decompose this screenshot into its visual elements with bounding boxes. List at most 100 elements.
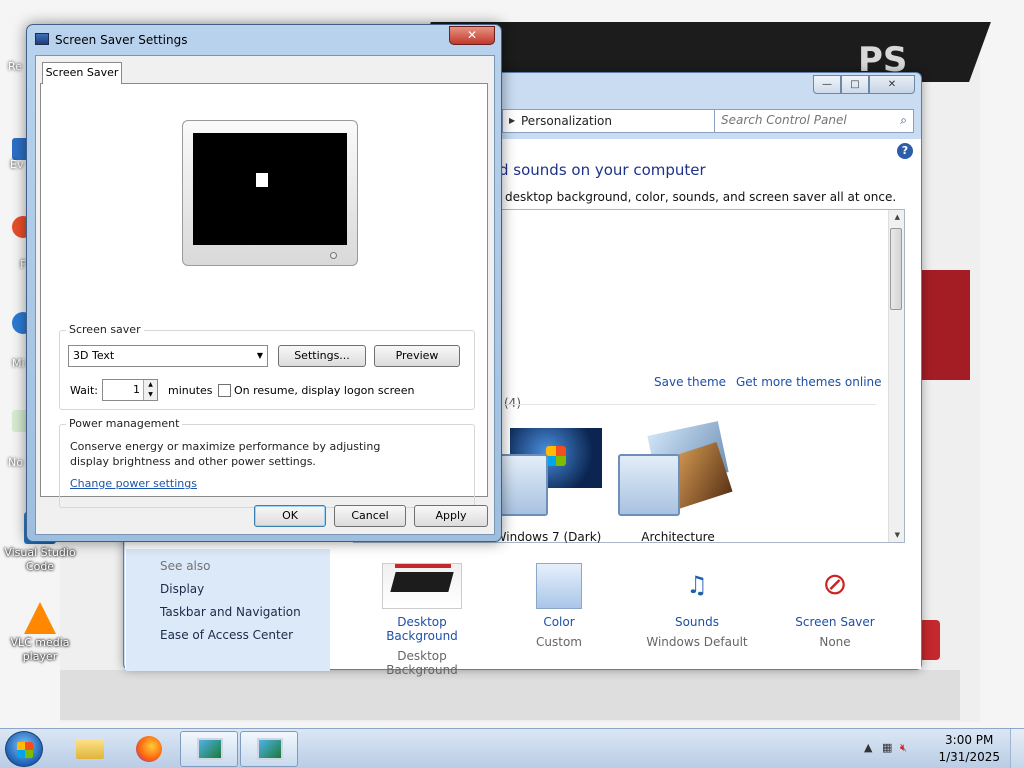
themes-scrollbar[interactable]: ▲ ▼	[888, 210, 904, 542]
system-tray: ▲ ▦ 🔇︎ 3:00 PM 1/31/2025	[854, 729, 1024, 768]
wallpaper-bottom-band	[60, 670, 960, 720]
divider	[504, 404, 876, 405]
resume-logon-checkbox[interactable]	[218, 384, 231, 397]
search-box[interactable]: ⌕	[714, 109, 914, 133]
see-also-display-link[interactable]: Display	[160, 582, 204, 596]
breadcrumb[interactable]: Personalization	[521, 114, 612, 128]
dialog-title: Screen Saver Settings	[55, 33, 188, 47]
desktop-icon-vlc[interactable]: VLC media player	[2, 602, 78, 664]
control-panel-monitor-icon	[197, 738, 223, 760]
color-link[interactable]: Color	[499, 615, 619, 629]
taskbar-explorer[interactable]	[60, 731, 118, 767]
scroll-up-icon[interactable]: ▲	[895, 213, 900, 221]
wait-value[interactable]: 1	[133, 383, 140, 396]
search-input[interactable]	[721, 113, 881, 127]
page-title: d sounds on your computer	[499, 161, 706, 179]
monitor-app-icon	[35, 33, 49, 45]
sounds-link[interactable]: Sounds	[637, 615, 757, 629]
show-desktop-button[interactable]	[1010, 729, 1024, 768]
get-more-themes-link[interactable]: Get more themes online	[736, 375, 882, 389]
network-icon[interactable]: ▦	[882, 741, 892, 754]
power-description: Conserve energy or maximize performance …	[70, 440, 381, 468]
group-label: Screen saver	[66, 323, 144, 336]
scroll-down-icon[interactable]: ▼	[895, 531, 900, 539]
minutes-label: minutes	[168, 384, 213, 397]
folder-icon	[76, 739, 104, 759]
cancel-button[interactable]: Cancel	[334, 505, 406, 527]
desktop-background-icon	[382, 563, 462, 609]
group-label: Power management	[66, 417, 183, 430]
clock-time: 3:00 PM	[945, 733, 994, 747]
settings-button[interactable]: Settings...	[278, 345, 366, 367]
desktop-background-link[interactable]: Desktop Background	[362, 615, 482, 643]
dialog-client-area: Screen Saver Screen saver 3D Text ▼ Sett…	[35, 55, 495, 535]
close-button[interactable]: ✕	[449, 26, 495, 45]
desktop-background-item[interactable]: Desktop Background Desktop Background	[362, 563, 482, 677]
apply-button[interactable]: Apply	[414, 505, 488, 527]
ok-button[interactable]: OK	[254, 505, 326, 527]
spinner-arrows-icon[interactable]: ▲ ▼	[143, 380, 157, 400]
desktop-icon-label: VLC media player	[10, 636, 70, 663]
desktop-background-value: Desktop Background	[386, 649, 458, 677]
preview-button[interactable]: Preview	[374, 345, 460, 367]
theme-label: Architecture	[641, 530, 715, 544]
glass-color-swatch	[618, 454, 680, 516]
3d-text-glyph-icon	[256, 173, 268, 187]
themes-count: (4)	[504, 396, 521, 410]
screen-saver-monitor-icon	[257, 738, 283, 760]
taskbar-control-panel[interactable]	[180, 731, 238, 767]
taskbar-screen-saver[interactable]	[240, 731, 298, 767]
screen-saver-group: Screen saver 3D Text ▼ Settings... Previ…	[59, 323, 475, 410]
change-power-settings-link[interactable]: Change power settings	[70, 477, 197, 490]
vlc-cone-icon	[24, 602, 56, 634]
screen-saver-settings-dialog: Screen Saver Settings ✕ Screen Saver Scr…	[26, 24, 502, 542]
close-button[interactable]: ✕	[869, 75, 915, 94]
desktop-icon-label-fragment: Ev	[10, 158, 24, 171]
monitor-preview	[182, 120, 358, 266]
theme-thumbnail	[612, 421, 744, 518]
windows-logo-icon	[546, 446, 566, 466]
see-also-panel: See also Display Taskbar and Navigation …	[126, 549, 330, 671]
color-value: Custom	[536, 635, 582, 649]
save-theme-link[interactable]: Save theme	[654, 375, 726, 389]
tab-screen-saver[interactable]: Screen Saver	[42, 62, 122, 84]
show-hidden-icons-icon[interactable]: ▲	[864, 741, 872, 754]
see-also-ease-of-access-link[interactable]: Ease of Access Center	[160, 628, 293, 642]
screen-saver-no-icon: ⊘	[822, 567, 848, 602]
maximize-button[interactable]: □	[841, 75, 869, 94]
screen-saver-select[interactable]: 3D Text ▼	[68, 345, 268, 367]
color-item[interactable]: Color Custom	[499, 563, 619, 649]
power-management-group: Power management Conserve energy or maxi…	[59, 417, 475, 508]
tab-panel: Screen saver 3D Text ▼ Settings... Previ…	[40, 83, 488, 508]
screen-saver-item[interactable]: ⊘ Screen Saver None	[775, 563, 895, 649]
chevron-down-icon[interactable]: ▼	[257, 346, 263, 366]
screen-saver-link[interactable]: Screen Saver	[775, 615, 895, 629]
sounds-value: Windows Default	[646, 635, 748, 649]
theme-architecture[interactable]: Architecture	[612, 421, 744, 544]
page-subtitle: desktop background, color, sounds, and s…	[505, 190, 897, 204]
volume-muted-icon[interactable]: 🔇︎	[900, 741, 907, 755]
breadcrumb-arrow-icon[interactable]: ▶	[509, 116, 515, 125]
taskbar-firefox[interactable]	[120, 731, 178, 767]
start-button[interactable]	[5, 731, 43, 767]
selected-value: 3D Text	[73, 349, 115, 362]
see-also-taskbar-link[interactable]: Taskbar and Navigation	[160, 605, 301, 619]
scrollbar-thumb[interactable]	[890, 228, 902, 310]
resume-logon-label[interactable]: On resume, display logon screen	[234, 384, 414, 397]
power-led-icon	[330, 252, 337, 259]
windows-logo-icon	[17, 742, 33, 758]
minimize-button[interactable]: —	[813, 75, 841, 94]
see-also-heading: See also	[160, 559, 211, 573]
clock[interactable]: 3:00 PM 1/31/2025	[938, 732, 1000, 766]
color-swatch-icon	[536, 563, 582, 609]
wait-minutes-stepper[interactable]: 1 ▲ ▼	[102, 379, 158, 401]
sounds-item[interactable]: ♫ Sounds Windows Default	[637, 563, 757, 649]
desktop-icon-label-fragment: Mi	[12, 357, 25, 370]
desktop-icon-label-fragment: Re	[8, 60, 22, 73]
help-icon[interactable]: ?	[897, 143, 913, 159]
search-icon[interactable]: ⌕	[900, 113, 907, 128]
desktop-icon-label: Visual Studio Code	[4, 546, 76, 573]
desktop-icon-label-fragment: No	[8, 456, 23, 469]
preview-screen	[193, 133, 347, 245]
firefox-icon	[136, 736, 162, 762]
